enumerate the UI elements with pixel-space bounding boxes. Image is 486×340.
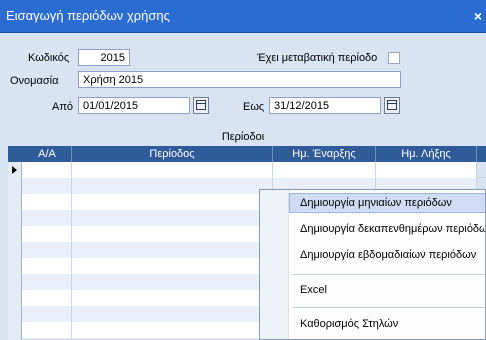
name-input[interactable]: Χρήση 2015: [78, 71, 401, 88]
context-menu: Δημιουργία μηνιαίων περιόδων Δημιουργία …: [259, 189, 486, 340]
row-selector-column[interactable]: [8, 162, 22, 340]
from-label: Από: [52, 101, 74, 113]
calendar-icon: [196, 100, 206, 110]
code-label: Κωδικός: [28, 52, 70, 64]
column-header-aa[interactable]: Α/Α: [22, 148, 72, 160]
menu-icon-gutter: [260, 190, 289, 339]
to-label: Εως: [243, 101, 265, 113]
column-header-period[interactable]: Περίοδος: [72, 148, 272, 160]
menu-separator: [292, 307, 484, 308]
name-label: Ονομασία: [10, 75, 59, 87]
menu-item-define-columns[interactable]: Καθορισμός Στηλών: [300, 318, 398, 330]
periods-caption: Περίοδοι: [221, 131, 265, 143]
menu-item-create-monthly-periods[interactable]: Δημιουργία μηνιαίων περιόδων: [300, 197, 452, 209]
menu-separator: [292, 274, 484, 275]
column-header-start-date[interactable]: Ημ. Έναρξης: [273, 148, 375, 160]
title-bar: Εισαγωγή περιόδων χρήσης ×: [0, 0, 486, 33]
close-icon[interactable]: ×: [474, 8, 482, 24]
from-calendar-button[interactable]: [193, 97, 209, 114]
menu-item-excel[interactable]: Excel: [300, 284, 327, 296]
calendar-icon: [387, 100, 397, 110]
grid-header: Α/Α Περίοδος Ημ. Έναρξης Ημ. Λήξης: [8, 146, 486, 162]
menu-item-create-biweekly-periods[interactable]: Δημιουργία δεκαπενθημέρων περιόδων: [300, 223, 485, 235]
to-date-input[interactable]: 31/12/2015: [269, 97, 381, 114]
table-row[interactable]: [8, 162, 486, 178]
code-input[interactable]: 2015: [78, 49, 130, 66]
current-row-arrow-icon: [12, 166, 17, 174]
from-date-input[interactable]: 01/01/2015: [78, 97, 190, 114]
transitional-period-checkbox[interactable]: [388, 52, 400, 64]
window-title: Εισαγωγή περιόδων χρήσης: [6, 8, 170, 23]
menu-item-create-weekly-periods[interactable]: Δημιουργία εβδομαδιαίων περιόδων: [300, 249, 476, 261]
column-header-end-date[interactable]: Ημ. Λήξης: [376, 148, 476, 160]
column-divider: [476, 146, 477, 162]
transitional-period-label: Έχει μεταβατική περίοδο: [257, 52, 378, 64]
to-calendar-button[interactable]: [384, 97, 400, 114]
